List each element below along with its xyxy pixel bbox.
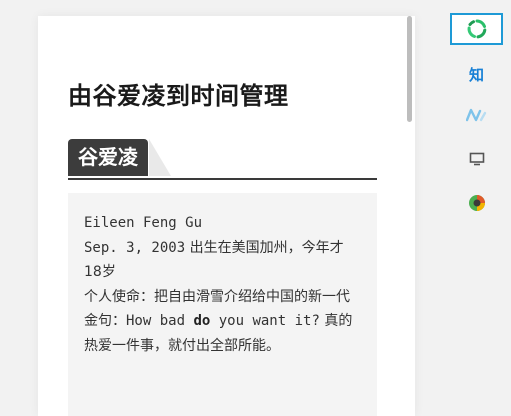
section-header-tail	[149, 139, 171, 176]
zhihu-icon: 知	[468, 65, 484, 84]
colorful-app-icon	[468, 195, 485, 211]
article-title: 由谷爱凌到时间管理	[68, 82, 289, 110]
scrollbar[interactable]	[406, 16, 413, 400]
bio-block: Eileen Feng Gu Sep. 3, 2003 出生在美国加州，今年才1…	[68, 193, 377, 416]
section-header: 谷爱凌	[68, 139, 377, 180]
scrollbar-thumb[interactable]	[407, 16, 412, 122]
monitor-icon	[469, 152, 484, 166]
wave-logo-icon	[465, 108, 486, 122]
share-wave-button[interactable]	[450, 99, 503, 131]
section-label: 谷爱凌	[68, 139, 148, 176]
bio-quote-a: How bad	[126, 313, 194, 329]
bio-quote-bold: do	[193, 313, 211, 329]
share-sidebar: 知	[450, 13, 505, 393]
bio-mission: 个人使命：把自由滑雪介绍给中国的新一代	[84, 288, 350, 305]
wechat-moments-icon	[467, 19, 486, 39]
share-app-button[interactable]	[450, 187, 503, 219]
share-monitor-button[interactable]	[450, 143, 503, 175]
bio-quote-b: you want it?	[210, 313, 320, 329]
bio-birth: Sep. 3, 2003 出生在美国加州，今年才18岁	[84, 236, 361, 285]
bio-quote-prefix: 金句：	[84, 313, 126, 329]
bio-name: Eileen Feng Gu	[84, 215, 203, 231]
bio-birth-date: Sep. 3, 2003	[84, 239, 186, 256]
share-wechat-moments-button[interactable]	[450, 13, 503, 45]
share-zhihu-button[interactable]: 知	[450, 58, 503, 90]
article-card: 由谷爱凌到时间管理 谷爱凌 Eileen Feng Gu Sep. 3, 200…	[38, 16, 415, 416]
bio-quote: 金句：How bad do you want it? 真的热爱一件事，就付出全部…	[84, 309, 361, 358]
